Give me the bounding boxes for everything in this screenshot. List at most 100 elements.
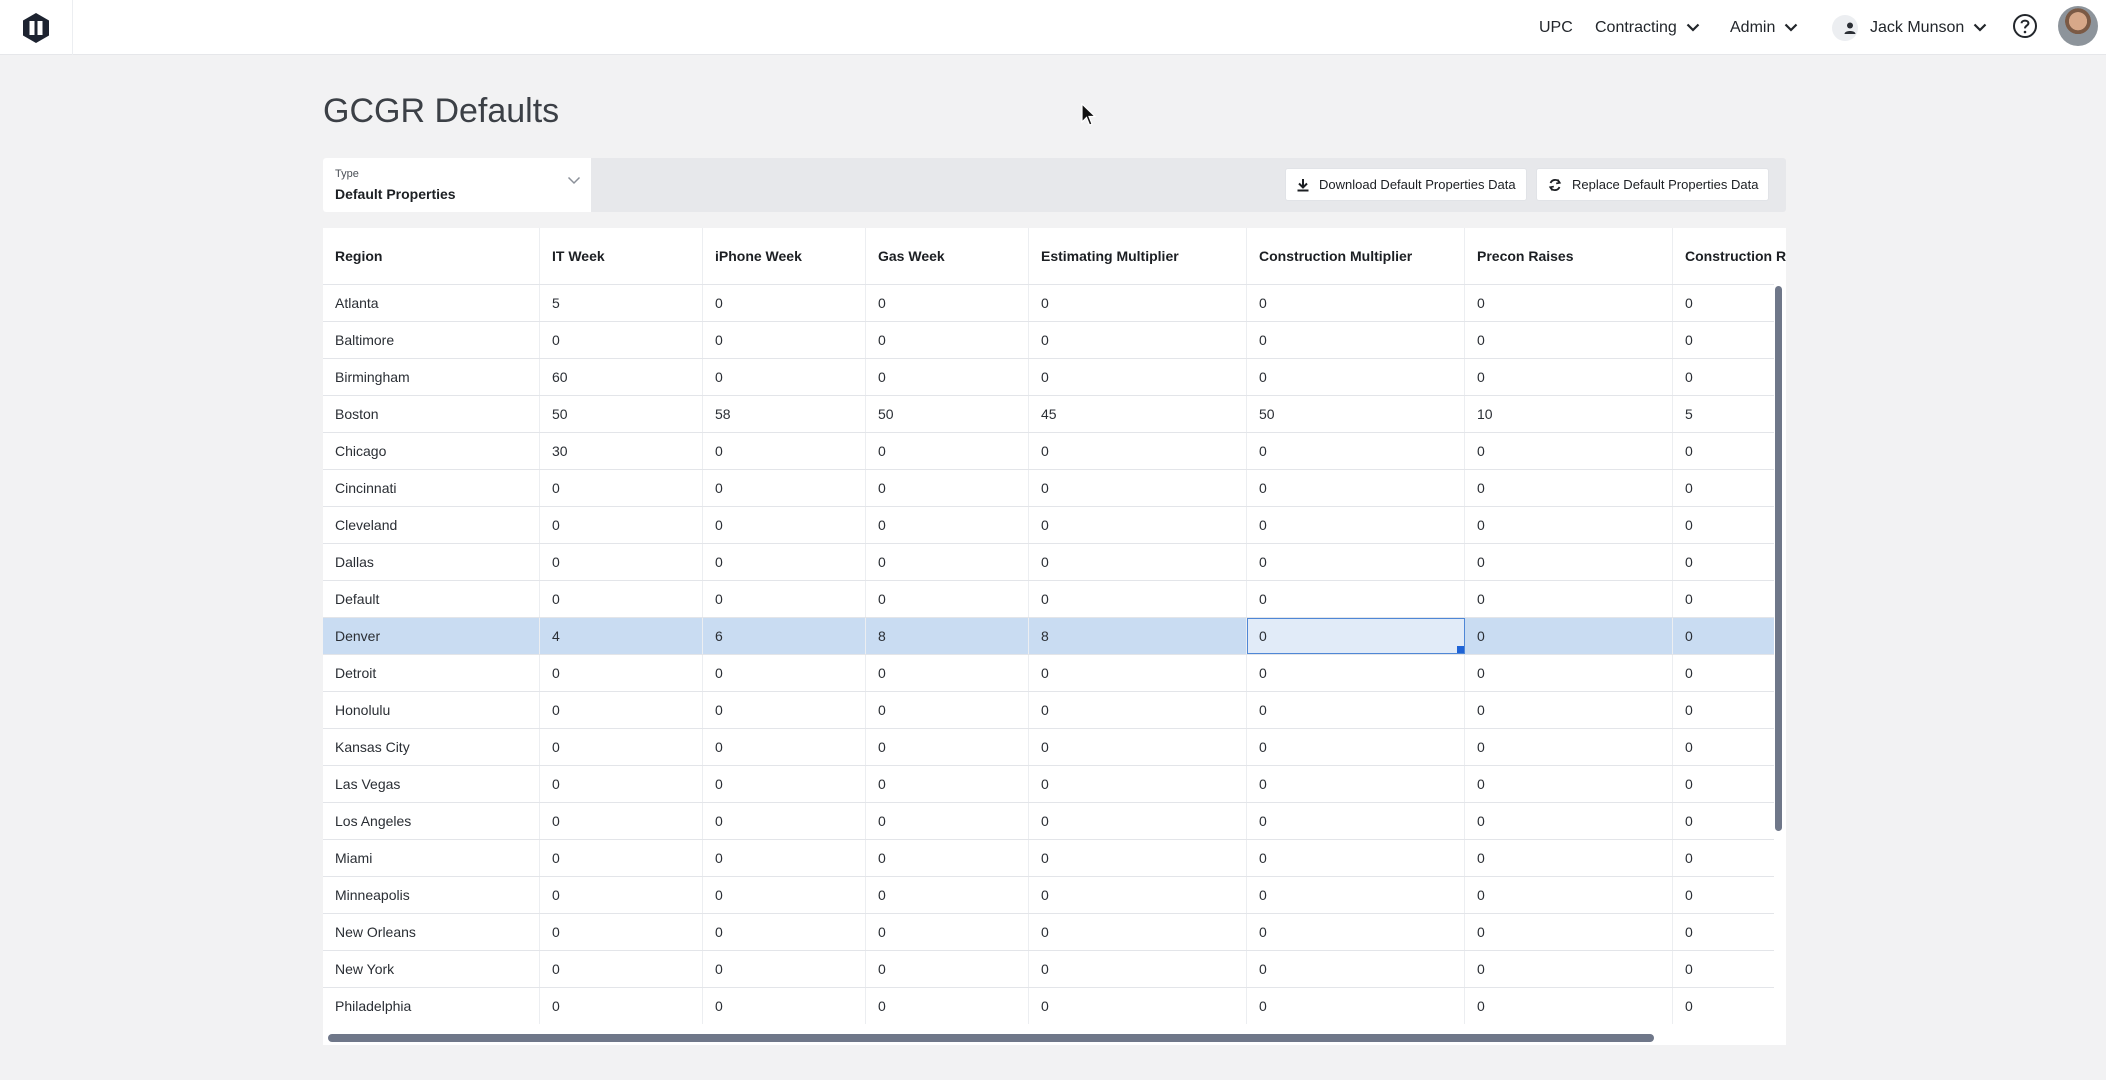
value-cell[interactable]: 0 bbox=[1247, 766, 1465, 802]
region-cell[interactable]: New Orleans bbox=[323, 914, 540, 950]
value-cell[interactable]: 0 bbox=[540, 581, 703, 617]
user-menu[interactable]: Jack Munson bbox=[1832, 0, 1987, 55]
value-cell[interactable]: 0 bbox=[1673, 285, 1786, 321]
table-row[interactable]: New York 0 0 0 0 0 0 0 bbox=[323, 950, 1786, 987]
table-row[interactable]: Boston 50 58 50 45 50 10 5 bbox=[323, 395, 1786, 432]
value-cell[interactable]: 0 bbox=[866, 581, 1029, 617]
avatar[interactable] bbox=[2058, 6, 2098, 46]
value-cell[interactable]: 8 bbox=[866, 618, 1029, 654]
table-row[interactable]: Baltimore 0 0 0 0 0 0 0 bbox=[323, 321, 1786, 358]
value-cell[interactable]: 0 bbox=[1029, 840, 1247, 876]
value-cell[interactable]: 0 bbox=[703, 692, 866, 728]
column-header[interactable]: Precon Raises bbox=[1465, 228, 1673, 284]
value-cell[interactable]: 0 bbox=[1247, 322, 1465, 358]
value-cell[interactable]: 0 bbox=[540, 692, 703, 728]
region-cell[interactable]: Kansas City bbox=[323, 729, 540, 765]
value-cell[interactable]: 0 bbox=[1029, 877, 1247, 913]
value-cell[interactable]: 0 bbox=[1673, 433, 1786, 469]
value-cell[interactable]: 0 bbox=[540, 470, 703, 506]
region-cell[interactable]: Dallas bbox=[323, 544, 540, 580]
value-cell[interactable]: 0 bbox=[866, 692, 1029, 728]
value-cell[interactable]: 45 bbox=[1029, 396, 1247, 432]
value-cell[interactable]: 0 bbox=[1673, 914, 1786, 950]
value-cell[interactable]: 0 bbox=[1673, 951, 1786, 987]
value-cell[interactable]: 0 bbox=[1465, 729, 1673, 765]
value-cell[interactable]: 30 bbox=[540, 433, 703, 469]
value-cell[interactable]: 0 bbox=[866, 433, 1029, 469]
region-cell[interactable]: Boston bbox=[323, 396, 540, 432]
value-cell[interactable]: 0 bbox=[1247, 359, 1465, 395]
nav-admin[interactable]: Admin bbox=[1730, 0, 1798, 55]
value-cell[interactable]: 0 bbox=[866, 729, 1029, 765]
value-cell[interactable]: 0 bbox=[866, 803, 1029, 839]
table-row[interactable]: New Orleans 0 0 0 0 0 0 0 bbox=[323, 913, 1786, 950]
table-row[interactable]: Default 0 0 0 0 0 0 0 bbox=[323, 580, 1786, 617]
table-row[interactable]: Honolulu 0 0 0 0 0 0 0 bbox=[323, 691, 1786, 728]
value-cell[interactable]: 0 bbox=[1029, 544, 1247, 580]
value-cell[interactable]: 0 bbox=[1673, 618, 1786, 654]
value-cell[interactable]: 5 bbox=[540, 285, 703, 321]
value-cell[interactable]: 4 bbox=[540, 618, 703, 654]
region-cell[interactable]: New York bbox=[323, 951, 540, 987]
value-cell[interactable]: 0 bbox=[703, 285, 866, 321]
value-cell[interactable]: 0 bbox=[703, 581, 866, 617]
value-cell[interactable]: 0 bbox=[1247, 951, 1465, 987]
value-cell[interactable]: 0 bbox=[1029, 655, 1247, 691]
value-cell[interactable]: 0 bbox=[540, 322, 703, 358]
value-cell[interactable]: 0 bbox=[1247, 803, 1465, 839]
nav-upc[interactable]: UPC bbox=[1539, 0, 1573, 55]
value-cell[interactable]: 0 bbox=[866, 655, 1029, 691]
fill-handle[interactable] bbox=[1457, 646, 1464, 653]
value-cell[interactable]: 0 bbox=[1247, 507, 1465, 543]
value-cell[interactable]: 0 bbox=[1029, 285, 1247, 321]
value-cell[interactable]: 0 bbox=[1673, 840, 1786, 876]
value-cell[interactable]: 5 bbox=[1673, 396, 1786, 432]
value-cell[interactable]: 0 bbox=[1673, 470, 1786, 506]
value-cell[interactable]: 0 bbox=[540, 655, 703, 691]
value-cell[interactable]: 0 bbox=[1673, 359, 1786, 395]
value-cell[interactable]: 0 bbox=[540, 951, 703, 987]
value-cell[interactable]: 0 bbox=[1247, 618, 1465, 654]
value-cell[interactable]: 8 bbox=[1029, 618, 1247, 654]
value-cell[interactable]: 0 bbox=[1247, 285, 1465, 321]
value-cell[interactable]: 50 bbox=[866, 396, 1029, 432]
value-cell[interactable]: 0 bbox=[1465, 840, 1673, 876]
value-cell[interactable]: 0 bbox=[866, 470, 1029, 506]
value-cell[interactable]: 0 bbox=[1029, 692, 1247, 728]
region-cell[interactable]: Cincinnati bbox=[323, 470, 540, 506]
value-cell[interactable]: 0 bbox=[1673, 581, 1786, 617]
table-row[interactable]: Miami 0 0 0 0 0 0 0 bbox=[323, 839, 1786, 876]
column-header[interactable]: Construction Raises bbox=[1673, 228, 1786, 284]
value-cell[interactable]: 0 bbox=[1465, 766, 1673, 802]
region-cell[interactable]: Birmingham bbox=[323, 359, 540, 395]
value-cell[interactable]: 0 bbox=[866, 951, 1029, 987]
value-cell[interactable]: 0 bbox=[866, 914, 1029, 950]
region-cell[interactable]: Chicago bbox=[323, 433, 540, 469]
value-cell[interactable]: 0 bbox=[1673, 988, 1786, 1024]
value-cell[interactable]: 0 bbox=[1673, 322, 1786, 358]
region-cell[interactable]: Philadelphia bbox=[323, 988, 540, 1024]
value-cell[interactable]: 0 bbox=[1673, 729, 1786, 765]
value-cell[interactable]: 0 bbox=[703, 803, 866, 839]
value-cell[interactable]: 0 bbox=[1465, 914, 1673, 950]
value-cell[interactable]: 6 bbox=[703, 618, 866, 654]
region-cell[interactable]: Baltimore bbox=[323, 322, 540, 358]
value-cell[interactable]: 58 bbox=[703, 396, 866, 432]
value-cell[interactable]: 0 bbox=[703, 766, 866, 802]
value-cell[interactable]: 0 bbox=[1247, 877, 1465, 913]
value-cell[interactable]: 0 bbox=[1673, 655, 1786, 691]
value-cell[interactable]: 0 bbox=[1029, 581, 1247, 617]
value-cell[interactable]: 0 bbox=[1465, 988, 1673, 1024]
value-cell[interactable]: 0 bbox=[1029, 803, 1247, 839]
table-row[interactable]: Philadelphia 0 0 0 0 0 0 0 bbox=[323, 987, 1786, 1024]
value-cell[interactable]: 10 bbox=[1465, 396, 1673, 432]
nav-contracting[interactable]: Contracting bbox=[1595, 0, 1700, 55]
table-row[interactable]: Minneapolis 0 0 0 0 0 0 0 bbox=[323, 876, 1786, 913]
value-cell[interactable]: 0 bbox=[703, 951, 866, 987]
value-cell[interactable]: 0 bbox=[703, 877, 866, 913]
value-cell[interactable]: 50 bbox=[540, 396, 703, 432]
value-cell[interactable]: 0 bbox=[540, 914, 703, 950]
table-row[interactable]: Chicago 30 0 0 0 0 0 0 bbox=[323, 432, 1786, 469]
value-cell[interactable]: 0 bbox=[1465, 692, 1673, 728]
value-cell[interactable]: 50 bbox=[1247, 396, 1465, 432]
